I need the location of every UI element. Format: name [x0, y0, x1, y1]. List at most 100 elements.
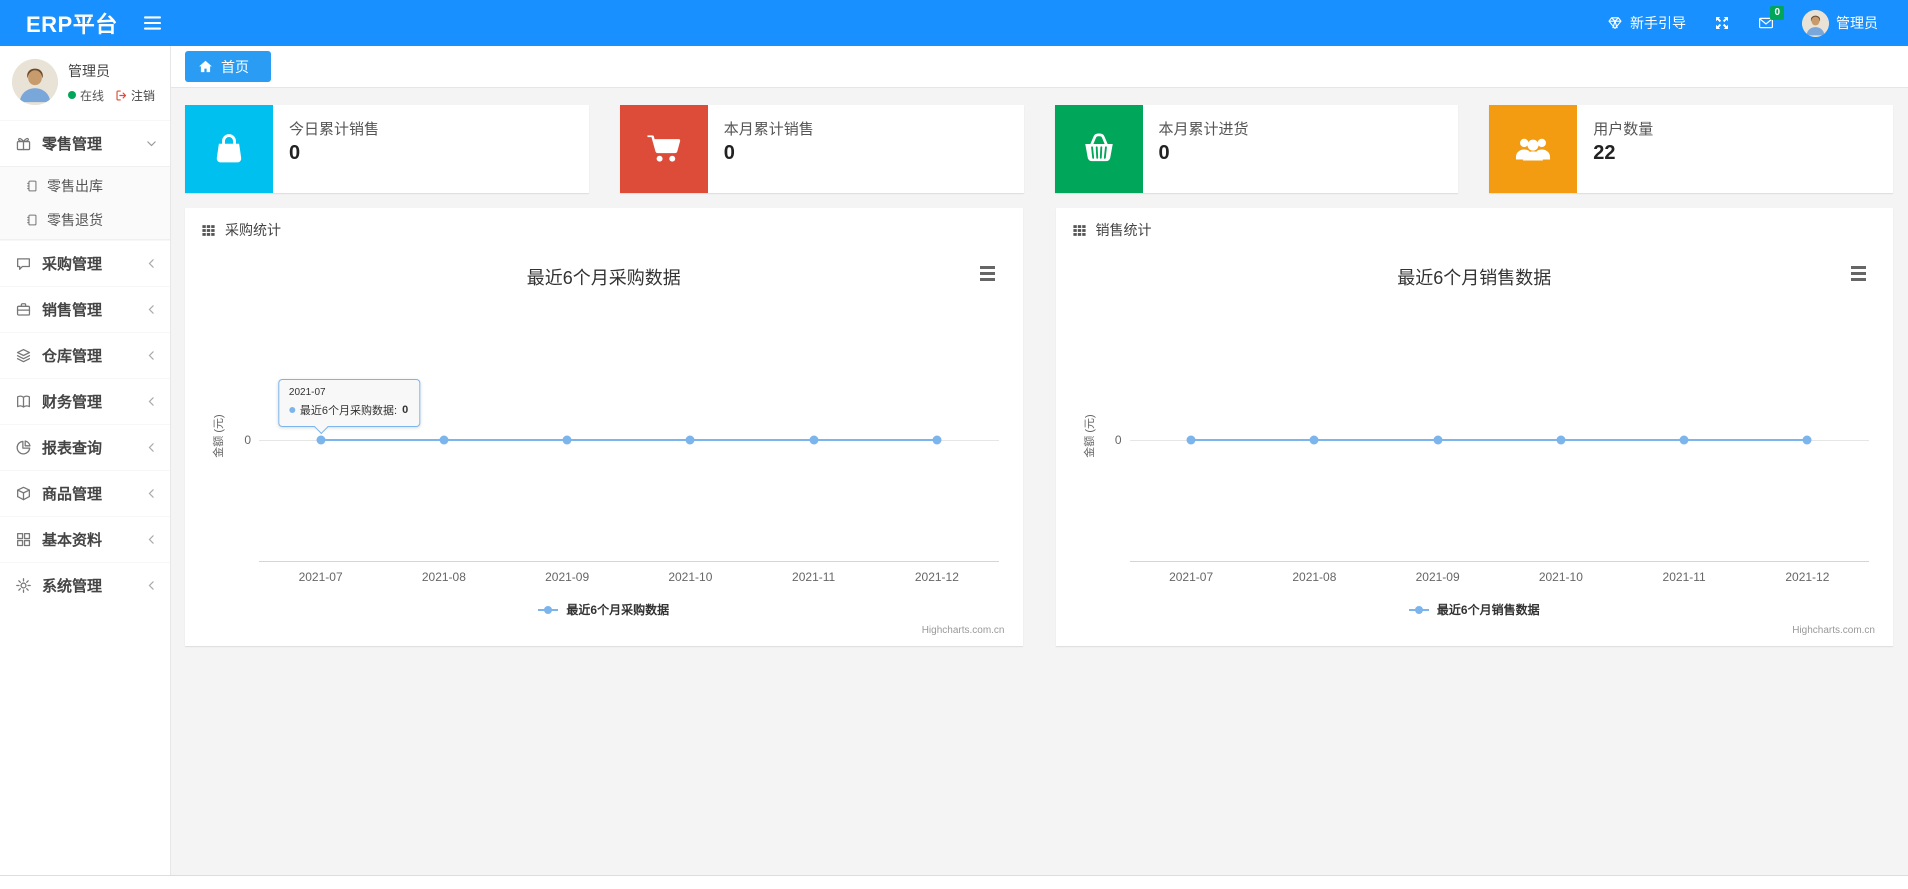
stat-card[interactable]: 本月累计进货 0 — [1054, 105, 1459, 193]
data-point[interactable] — [1309, 435, 1319, 445]
grid-icon — [15, 531, 32, 548]
purchase-chart: 最近6个月采购数据 金额 (元) 0 2021-07 最近6个月采购数据: 0 … — [195, 252, 1013, 640]
data-point[interactable] — [316, 435, 326, 445]
chevron-left-icon — [145, 441, 158, 454]
chart-context-menu-button[interactable] — [1845, 262, 1871, 284]
file-icon — [25, 213, 39, 227]
sidebar-menu: 零售管理零售出库零售退货采购管理销售管理仓库管理 财务管理 报表查询商品管理基本资料… — [0, 120, 170, 608]
stat-card[interactable]: 用户数量 22 — [1489, 105, 1893, 193]
pie-chart-icon — [15, 439, 32, 456]
chevron-left-icon — [145, 395, 158, 408]
chart-title: 最近6个月销售数据 — [1397, 268, 1552, 288]
message-badge: 0 — [1770, 6, 1784, 20]
stat-card-value: 0 — [1158, 142, 1170, 164]
panel-header: 采购统计 — [185, 208, 1023, 252]
tooltip-series-dot — [288, 406, 295, 413]
file-icon — [25, 179, 39, 193]
data-point[interactable] — [1802, 435, 1812, 445]
logout-link[interactable]: 注销 — [115, 87, 155, 104]
fullscreen-button[interactable] — [1714, 15, 1730, 31]
sidebar-item-label: 零售管理 — [42, 136, 103, 153]
data-point[interactable] — [1556, 435, 1566, 445]
breadcrumb-home-label: 首页 — [221, 58, 249, 75]
sidebar-item-label: 销售管理 — [42, 302, 103, 319]
stat-card[interactable]: 今日累计销售 0 — [185, 105, 589, 193]
main-content: 首页 今日累计销售 0 本月累计销售 0 本月累计进货 0 用户数量 22 采购统计 最近6个… — [171, 46, 1908, 875]
sidebar-subitem[interactable]: 零售出库 — [0, 169, 170, 203]
highcharts-credits[interactable]: Highcharts.com.cn — [922, 625, 1005, 636]
gear-icon — [15, 577, 32, 594]
stat-card-label: 今日累计销售 — [289, 121, 380, 138]
sidebar-subitem-label: 零售退货 — [47, 212, 103, 228]
chevron-left-icon — [145, 487, 158, 500]
sidebar-item[interactable]: 基本资料 — [0, 516, 170, 562]
sidebar-item[interactable]: 零售管理 — [0, 120, 170, 166]
sidebar-item-label: 采购管理 — [42, 256, 103, 273]
stat-card-value: 22 — [1593, 142, 1616, 164]
legend-label: 最近6个月采购数据 — [566, 603, 670, 617]
plot-area: 0 2021-07 最近6个月采购数据: 0 2021-07 2021-08 202… — [244, 308, 999, 584]
data-point[interactable] — [809, 435, 819, 445]
data-point[interactable] — [1679, 435, 1689, 445]
sidebar-item[interactable]: 商品管理 — [0, 470, 170, 516]
chat-icon — [15, 255, 32, 272]
data-point[interactable] — [685, 435, 695, 445]
stat-card[interactable]: 本月累计销售 0 — [619, 105, 1024, 193]
chevron-left-icon — [145, 579, 158, 592]
user-info: 管理员 在线 注销 — [68, 61, 155, 104]
plot-area: 0 2021-07 2021-08 2021-09 2021-10 2021-11 202… — [1115, 308, 1869, 584]
sidebar-item-label: 基本资料 — [42, 532, 103, 549]
y-axis-title: 金额 (元) — [213, 414, 225, 458]
chevron-left-icon — [145, 349, 158, 362]
grid-icon — [1072, 223, 1087, 238]
sidebar-user-name: 管理员 — [68, 62, 110, 79]
chart-title: 最近6个月采购数据 — [526, 268, 681, 288]
sidebar-item[interactable]: 仓库管理 — [0, 332, 170, 378]
panel-title: 销售统计 — [1095, 222, 1152, 238]
sidebar-item[interactable]: 报表查询 — [0, 424, 170, 470]
stat-card-label: 本月累计进货 — [1158, 121, 1249, 138]
highcharts-credits[interactable]: Highcharts.com.cn — [1792, 625, 1875, 636]
tooltip-value: 0 — [402, 403, 409, 416]
sidebar-item[interactable]: 销售管理 — [0, 286, 170, 332]
page: 今日累计销售 0 本月累计销售 0 本月累计进货 0 用户数量 22 采购统计 最近6个月采购… — [171, 88, 1908, 646]
sidebar-toggle-button[interactable] — [138, 8, 168, 38]
stat-card-value: 0 — [289, 142, 301, 164]
box-icon — [15, 485, 32, 502]
x-axis-label: 2021-08 — [1292, 570, 1337, 584]
navbar-right: 新手引导 0 管理员 — [1607, 6, 1908, 37]
basket-icon — [1054, 105, 1143, 193]
legend-item[interactable]: 最近6个月销售数据 — [1066, 601, 1884, 618]
x-axis-label: 2021-11 — [792, 570, 836, 584]
cart-icon — [619, 105, 708, 193]
data-point[interactable] — [439, 435, 449, 445]
messages-button[interactable]: 0 — [1758, 6, 1784, 31]
chart-context-menu-button[interactable] — [975, 262, 1001, 284]
guide-label: 新手引导 — [1630, 15, 1686, 31]
data-point[interactable] — [562, 435, 572, 445]
briefcase-icon — [15, 301, 32, 318]
breadcrumb-tab-home[interactable]: 首页 — [185, 51, 271, 82]
data-point[interactable] — [1433, 435, 1443, 445]
purchase-stats-panel: 采购统计 最近6个月采购数据 金额 (元) 0 2021-07 最近6个月采购数… — [185, 208, 1023, 646]
stat-card-value: 0 — [723, 142, 735, 164]
data-point[interactable] — [1186, 435, 1196, 445]
stat-card-label: 用户数量 — [1593, 121, 1654, 138]
data-point[interactable] — [932, 435, 942, 445]
sidebar-item-label: 商品管理 — [42, 486, 103, 503]
user-menu[interactable]: 管理员 — [1802, 9, 1878, 37]
tooltip-arrow — [313, 419, 329, 434]
book-icon — [15, 393, 32, 410]
legend-item[interactable]: 最近6个月采购数据 — [195, 601, 1013, 618]
brand-logo[interactable]: ERP平台 — [0, 7, 138, 39]
submenu: 零售出库零售退货 — [0, 166, 170, 240]
sidebar-item[interactable]: 采购管理 — [0, 240, 170, 286]
guide-link[interactable]: 新手引导 — [1607, 13, 1686, 33]
sidebar-item[interactable]: 系统管理 — [0, 562, 170, 608]
stat-cards-row: 今日累计销售 0 本月累计销售 0 本月累计进货 0 用户数量 22 — [185, 105, 1893, 193]
x-axis-label: 2021-07 — [298, 570, 343, 584]
grid-icon — [201, 223, 216, 238]
fullscreen-icon — [1716, 17, 1728, 29]
sidebar-item[interactable]: 财务管理 — [0, 378, 170, 424]
sidebar-subitem[interactable]: 零售退货 — [0, 203, 170, 237]
